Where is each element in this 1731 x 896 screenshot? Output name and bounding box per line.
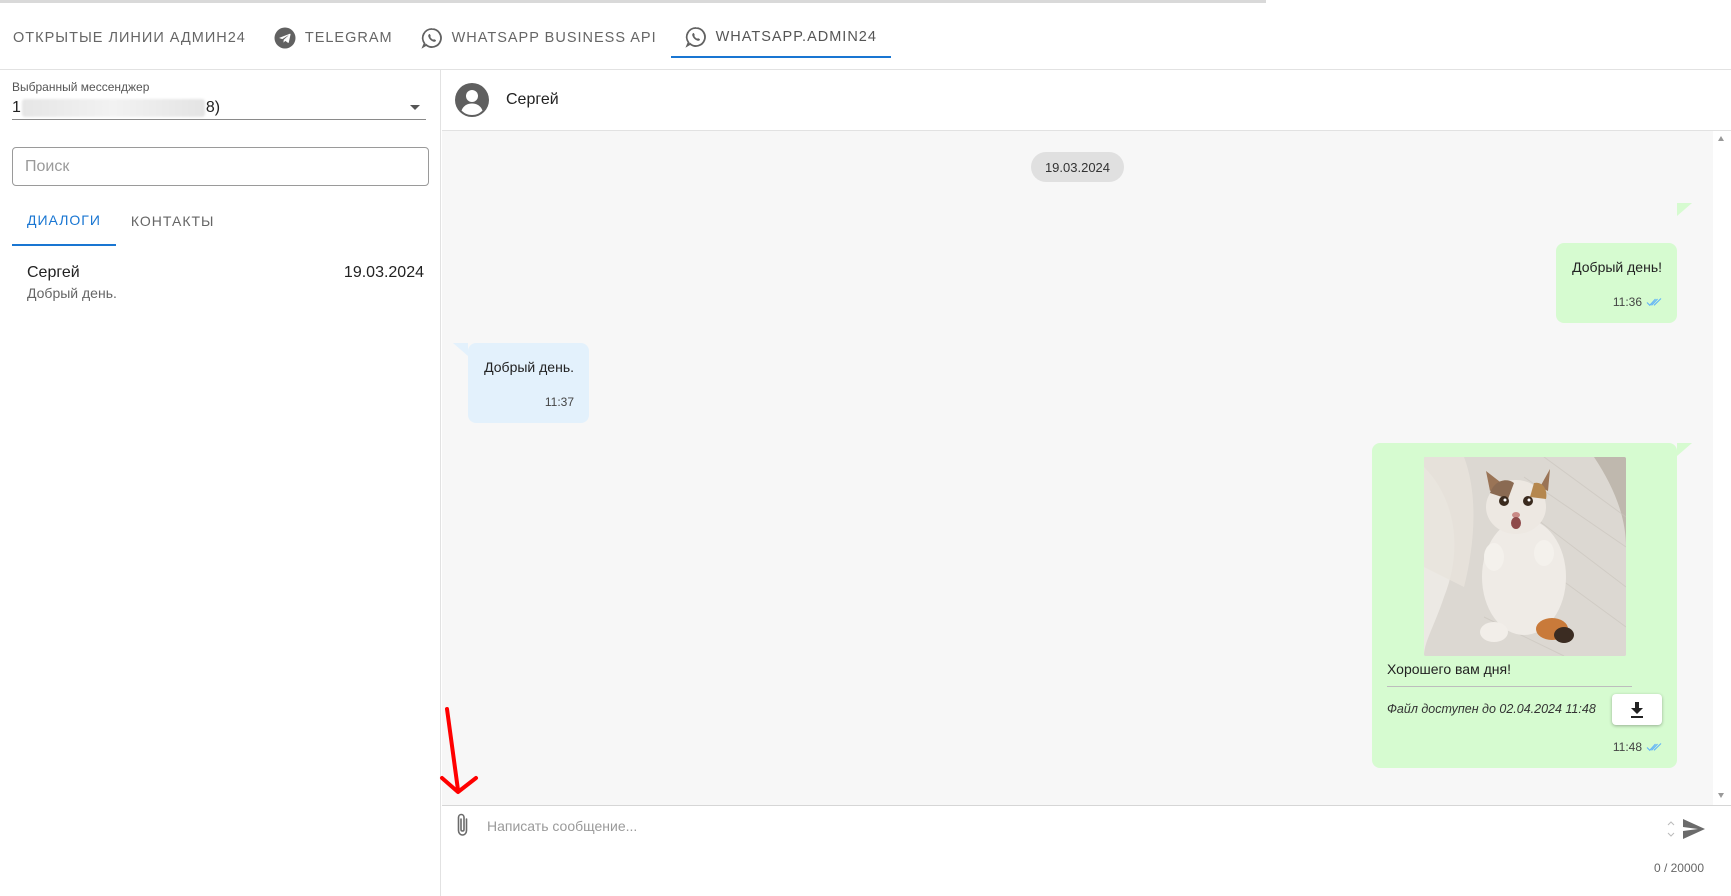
search-input[interactable] bbox=[12, 147, 429, 186]
message-time-text: 11:48 bbox=[1612, 740, 1642, 754]
messenger-tabs: ОТКРЫТЫЕ ЛИНИИ АДМИН24 TELEGRAM WHATSAPP… bbox=[0, 18, 891, 58]
double-check-icon bbox=[1646, 298, 1662, 307]
tab-open-lines[interactable]: ОТКРЫТЫЕ ЛИНИИ АДМИН24 bbox=[0, 18, 260, 58]
message-time: 11:37 bbox=[544, 395, 574, 409]
dialog-list-item[interactable]: Сергей 19.03.2024 Добрый день. bbox=[12, 258, 429, 314]
send-icon[interactable] bbox=[1682, 818, 1706, 840]
character-counter: 0 / 20000 bbox=[1653, 861, 1704, 875]
message-text: Добрый день. bbox=[484, 359, 574, 375]
double-check-icon bbox=[1646, 743, 1662, 752]
chat-contact-name: Сергей bbox=[506, 91, 559, 108]
download-button[interactable] bbox=[1612, 694, 1662, 725]
file-availability-note: Файл доступен до 02.04.2024 11:48 bbox=[1387, 702, 1596, 716]
tab-label: TELEGRAM bbox=[304, 30, 393, 46]
dialog-date: 19.03.2024 bbox=[343, 264, 424, 281]
left-panel: Выбранный мессенджер 1 8) ДИАЛОГИ КОНТАК… bbox=[0, 70, 441, 896]
resize-stepper-icon[interactable] bbox=[1666, 818, 1676, 840]
top-navigation: ОТКРЫТЫЕ ЛИНИИ АДМИН24 TELEGRAM WHATSAPP… bbox=[0, 0, 1731, 70]
messenger-select-value-start: 1 bbox=[12, 98, 21, 116]
bubble-tail bbox=[1677, 443, 1692, 456]
top-progress-line bbox=[0, 0, 1266, 3]
dialog-contact-name: Сергей bbox=[27, 264, 80, 281]
whatsapp-icon bbox=[685, 26, 707, 48]
tab-dialogs[interactable]: ДИАЛОГИ bbox=[12, 195, 116, 246]
bubble-tail bbox=[453, 343, 468, 356]
annotation-arrow-icon bbox=[440, 707, 478, 794]
avatar[interactable] bbox=[454, 82, 490, 118]
redacted-phone-blur bbox=[21, 98, 205, 117]
paperclip-icon[interactable] bbox=[452, 812, 474, 838]
messenger-select-label: Выбранный мессенджер bbox=[12, 80, 150, 94]
file-divider bbox=[1387, 686, 1632, 687]
download-icon bbox=[1631, 701, 1643, 718]
chevron-down-icon bbox=[410, 105, 420, 110]
messenger-select[interactable]: 1 8) bbox=[12, 96, 426, 120]
message-text: Добрый день! bbox=[1572, 259, 1662, 275]
messenger-select-value-end: 8) bbox=[205, 98, 221, 116]
dialog-last-message: Добрый день. bbox=[27, 285, 117, 301]
scroll-down-icon[interactable] bbox=[1718, 793, 1724, 798]
tab-label: WHATSAPP.ADMIN24 bbox=[715, 29, 877, 45]
tab-label: ОТКРЫТЫЕ ЛИНИИ АДМИН24 bbox=[13, 30, 246, 46]
tab-label: WHATSAPP BUSINESS API bbox=[451, 30, 657, 46]
message-bubble-incoming[interactable]: Добрый день. 11:37 bbox=[468, 343, 589, 423]
message-caption: Хорошего вам дня! bbox=[1387, 661, 1511, 677]
tab-whatsapp-admin24[interactable]: WHATSAPP.ADMIN24 bbox=[670, 18, 891, 58]
dialog-subtabs: ДИАЛОГИ КОНТАКТЫ bbox=[12, 195, 229, 246]
message-time-text: 11:36 bbox=[1612, 295, 1642, 309]
chat-header: Сергей bbox=[442, 70, 1731, 131]
tab-contacts[interactable]: КОНТАКТЫ bbox=[116, 195, 230, 246]
whatsapp-icon bbox=[421, 27, 443, 49]
scroll-up-icon[interactable] bbox=[1718, 136, 1724, 141]
message-time: 11:48 bbox=[1613, 740, 1662, 754]
message-input[interactable] bbox=[487, 814, 1587, 838]
telegram-icon bbox=[274, 27, 296, 49]
message-image[interactable] bbox=[1424, 457, 1626, 656]
date-separator: 19.03.2024 bbox=[1031, 152, 1124, 182]
message-bubble-outgoing-image[interactable]: Хорошего вам дня! Файл доступен до 02.04… bbox=[1372, 443, 1677, 768]
tab-telegram[interactable]: TELEGRAM bbox=[260, 18, 407, 58]
message-composer: 0 / 20000 bbox=[442, 805, 1731, 896]
bubble-tail bbox=[1677, 203, 1692, 216]
message-bubble-outgoing[interactable]: Добрый день! 11:36 bbox=[1556, 243, 1677, 323]
tab-whatsapp-business-api[interactable]: WHATSAPP BUSINESS API bbox=[407, 18, 671, 58]
message-time: 11:36 bbox=[1613, 295, 1662, 309]
